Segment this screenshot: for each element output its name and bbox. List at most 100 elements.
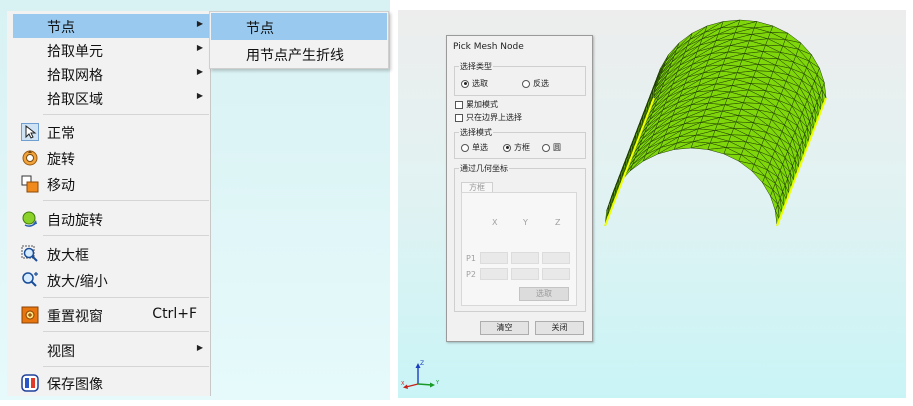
menu-item-label: 正常: [47, 126, 75, 142]
clear-button[interactable]: 清空: [480, 321, 529, 335]
p1-x-input[interactable]: [480, 252, 508, 264]
menu-item-pick-element[interactable]: 拾取单元 ▶: [13, 38, 209, 62]
auto-rotate-icon: [22, 211, 37, 227]
menu-item-label: 保存图像: [47, 377, 103, 393]
menu-item-label: 重置视窗: [47, 309, 103, 325]
menu-item-label: 旋转: [47, 152, 75, 168]
menu-item-normal[interactable]: 正常: [13, 120, 209, 144]
menu-item-view[interactable]: 视图 ▶: [13, 338, 209, 362]
y-axis-line: [417, 383, 433, 386]
menu-item-label: 移动: [47, 178, 75, 194]
menu-item-pick-mesh[interactable]: 拾取网格 ▶: [13, 62, 209, 86]
p2-z-input[interactable]: [542, 268, 570, 280]
submenu-arrow-icon: ▶: [196, 19, 203, 28]
menu-separator: [43, 297, 209, 298]
p2-x-input[interactable]: [480, 268, 508, 280]
checkbox-label: 累加模式: [466, 100, 498, 109]
menu-item-zoom-in-out[interactable]: 放大/缩小: [13, 268, 209, 292]
menu-separator: [43, 235, 209, 236]
cursor-arrow-icon: [21, 123, 39, 141]
column-header-x: X: [492, 218, 498, 227]
submenu-arrow-icon: ▶: [196, 343, 203, 352]
p2-y-input[interactable]: [511, 268, 539, 280]
context-menu: 节点 ▶ 拾取单元 ▶ 拾取网格 ▶ 拾取区域 ▶ 正常 旋转 移动 自动旋转 …: [7, 11, 211, 396]
menu-item-label: 节点: [47, 20, 75, 36]
y-axis-arrow: [430, 382, 435, 388]
pick-mesh-node-dialog: Pick Mesh Node 选择类型 选取 反选 累加模式 只在边界上选择 选…: [446, 35, 593, 342]
checkbox-box: [455, 113, 463, 122]
radio-label: 方框: [514, 143, 530, 152]
column-header-y: Y: [523, 218, 528, 227]
menu-item-label: 放大/缩小: [47, 274, 108, 290]
mesh-triangle: [723, 153, 742, 162]
mesh-triangle: [770, 25, 788, 34]
pick-button[interactable]: 选取: [519, 287, 569, 301]
radio-dot: [461, 143, 469, 152]
reset-view-icon: [21, 306, 39, 324]
radio-label: 单选: [472, 143, 488, 152]
menu-item-zoom-box[interactable]: 放大框: [13, 242, 209, 266]
menu-item-shortcut: Ctrl+F: [152, 306, 197, 322]
radio-circle[interactable]: 圆: [542, 142, 561, 153]
menu-item-label: 拾取网格: [47, 68, 103, 84]
select-type-label: 选择类型: [459, 61, 493, 72]
menu-item-label: 拾取单元: [47, 44, 103, 60]
geometry-label: 通过几何坐标: [459, 163, 509, 174]
radio-dot: [522, 79, 530, 88]
close-button[interactable]: 关闭: [535, 321, 584, 335]
p1-y-input[interactable]: [511, 252, 539, 264]
checkbox-label: 只在边界上选择: [466, 113, 522, 122]
zoom-in-out-icon: [22, 272, 38, 287]
mesh-triangles: [604, 19, 827, 227]
radio-label: 反选: [533, 79, 549, 88]
radio-deselect[interactable]: 反选: [522, 78, 549, 89]
column-header-z: Z: [555, 218, 561, 227]
radio-dot: [461, 79, 469, 88]
submenu-item-node[interactable]: 节点: [211, 13, 387, 40]
x-axis-line: [405, 383, 419, 388]
menu-item-label: 自动旋转: [47, 213, 103, 229]
move-icon: [21, 175, 39, 193]
submenu-item-label: 节点: [246, 21, 274, 37]
submenu-item-label: 用节点产生折线: [246, 48, 344, 64]
dialog-title: Pick Mesh Node: [453, 42, 524, 52]
rotate-icon: [22, 150, 38, 166]
menu-separator: [43, 331, 209, 332]
menu-item-node[interactable]: 节点 ▶: [13, 14, 209, 38]
menu-item-rotate[interactable]: 旋转: [13, 146, 209, 170]
y-axis-label: Y: [435, 380, 440, 386]
menu-item-label: 视图: [47, 344, 75, 360]
right-viewport[interactable]: Pick Mesh Node 选择类型 选取 反选 累加模式 只在边界上选择 选…: [398, 10, 906, 398]
radio-label: 选取: [472, 79, 488, 88]
menu-separator: [43, 366, 209, 367]
p1-z-input[interactable]: [542, 252, 570, 264]
menu-item-auto-rotate[interactable]: 自动旋转: [13, 207, 209, 231]
zoom-box-icon: [21, 245, 38, 262]
node-submenu: 节点 用节点产生折线: [209, 11, 389, 69]
save-image-icon: [21, 374, 39, 392]
radio-label: 圆: [553, 143, 561, 152]
radio-dot: [503, 143, 511, 152]
radio-dot: [542, 143, 550, 152]
submenu-item-create-polyline[interactable]: 用节点产生折线: [211, 40, 387, 67]
checkbox-boundary-only[interactable]: 只在边界上选择: [455, 112, 522, 123]
submenu-arrow-icon: ▶: [196, 67, 203, 76]
mesh-boundary-left: [604, 97, 655, 227]
menu-separator: [43, 114, 209, 115]
x-axis-label: X: [401, 381, 405, 387]
radio-box[interactable]: 方框: [503, 142, 530, 153]
row-label-p1: P1: [466, 254, 476, 263]
menu-item-save-image[interactable]: 保存图像: [13, 371, 209, 395]
menu-item-label: 拾取区域: [47, 92, 103, 108]
row-label-p2: P2: [466, 270, 476, 279]
z-axis-label: Z: [420, 360, 424, 367]
menu-item-move[interactable]: 移动: [13, 172, 209, 196]
menu-item-pick-region[interactable]: 拾取区域 ▶: [13, 86, 209, 110]
checkbox-box: [455, 100, 463, 109]
checkbox-accumulate[interactable]: 累加模式: [455, 99, 498, 110]
left-viewport: 节点 ▶ 拾取单元 ▶ 拾取网格 ▶ 拾取区域 ▶ 正常 旋转 移动 自动旋转 …: [0, 0, 390, 400]
radio-select[interactable]: 选取: [461, 78, 488, 89]
radio-single[interactable]: 单选: [461, 142, 488, 153]
menu-item-reset-view[interactable]: 重置视窗 Ctrl+F: [13, 303, 209, 327]
submenu-arrow-icon: ▶: [196, 43, 203, 52]
